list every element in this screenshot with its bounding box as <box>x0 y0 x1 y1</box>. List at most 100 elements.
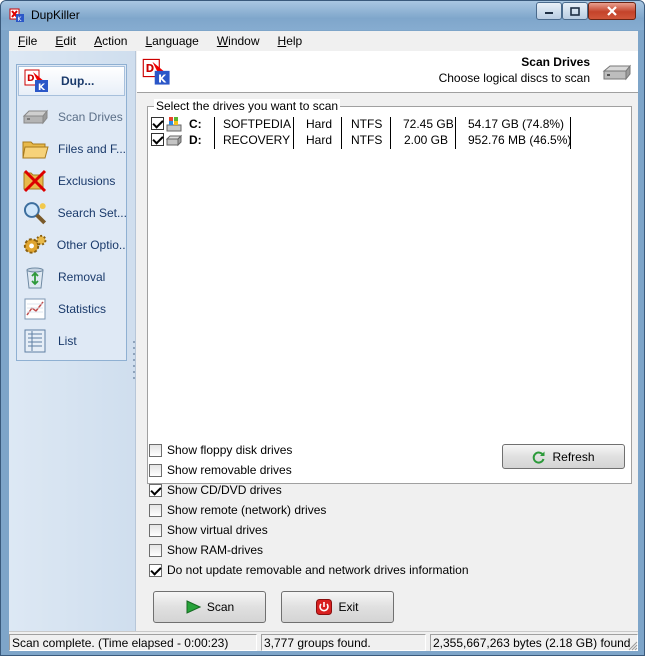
hard-drive-icon <box>602 64 632 81</box>
drive-size: 2.00 GB <box>403 133 448 147</box>
menu-bar: File Edit Action Language Window Help <box>9 31 638 51</box>
option-do-not-update[interactable]: Do not update removable and network driv… <box>149 561 469 579</box>
navigation-header[interactable]: D K Dup... <box>18 66 125 96</box>
nav-item-label: Other Optio... <box>56 238 126 252</box>
hard-drive-icon <box>22 109 49 125</box>
drive-label: SOFTPEDIA <box>223 117 292 131</box>
option-label: Do not update removable and network driv… <box>167 563 469 577</box>
option-label: Show CD/DVD drives <box>167 483 282 497</box>
content-pane: D K Scan Drives Choose logical discs to … <box>137 51 638 631</box>
svg-text:D: D <box>27 74 34 84</box>
title-bar[interactable]: K DupKiller <box>1 1 644 30</box>
svg-text:D: D <box>146 63 155 75</box>
option-checkbox[interactable] <box>149 563 162 577</box>
menu-window[interactable]: Window <box>208 31 269 51</box>
drives-list[interactable]: Select the drives you want to scan C: SO… <box>147 99 632 484</box>
close-icon <box>607 6 617 16</box>
drive-c-checkbox[interactable] <box>151 117 164 130</box>
status-groups-found: 3,777 groups found. <box>261 634 426 651</box>
navigation-panel: D K Dup... Scan Drives Files and F... Ex… <box>16 64 127 361</box>
minimize-icon <box>545 12 553 14</box>
gears-icon <box>23 234 47 254</box>
option-label: Show remote (network) drives <box>167 503 327 517</box>
scan-button[interactable]: Scan <box>153 591 266 623</box>
option-show-ram[interactable]: Show RAM-drives <box>149 541 469 559</box>
drive-type: Hard <box>306 117 333 131</box>
nav-item-statistics[interactable]: Statistics <box>19 294 126 324</box>
nav-item-removal[interactable]: Removal <box>19 262 126 292</box>
option-checkbox[interactable] <box>149 543 162 557</box>
windows-drive-icon <box>166 117 182 132</box>
maximize-icon <box>570 6 580 16</box>
client-area: D K Dup... Scan Drives Files and F... Ex… <box>9 51 638 631</box>
resize-grip-icon[interactable] <box>626 639 638 651</box>
drives-list-caption: Select the drives you want to scan <box>154 99 341 113</box>
option-label: Show RAM-drives <box>167 543 264 557</box>
drive-free-space: 54.17 GB (74.8%) <box>468 117 565 131</box>
menu-file[interactable]: File <box>9 31 46 51</box>
option-label: Show removable drives <box>167 463 292 477</box>
page-subtitle: Choose logical discs to scan <box>438 71 590 85</box>
window-title: DupKiller <box>31 8 80 22</box>
option-checkbox[interactable] <box>149 463 162 477</box>
drive-d-checkbox[interactable] <box>151 133 164 146</box>
option-checkbox[interactable] <box>149 443 162 457</box>
status-bar: Scan complete. (Time elapsed - 0:00:23) … <box>9 631 638 651</box>
nav-item-other-options[interactable]: Other Optio... <box>19 230 126 260</box>
exit-button-label: Exit <box>338 600 359 614</box>
status-scan-result: Scan complete. (Time elapsed - 0:00:23) <box>9 634 257 651</box>
page-header: D K Scan Drives Choose logical discs to … <box>137 51 638 93</box>
refresh-icon <box>533 451 545 463</box>
refresh-button[interactable]: Refresh <box>502 444 625 469</box>
page-title: Scan Drives <box>521 55 590 69</box>
drive-label: RECOVERY <box>223 133 291 147</box>
exit-button[interactable]: Exit <box>281 591 394 623</box>
nav-item-label: Search Set... <box>57 206 126 220</box>
option-show-removable[interactable]: Show removable drives <box>149 461 469 479</box>
option-checkbox[interactable] <box>149 503 162 517</box>
drive-row-c[interactable]: C: SOFTPEDIA Hard NTFS 72.45 GB 54.17 GB… <box>148 116 578 133</box>
pane-splitter[interactable] <box>131 51 136 381</box>
nav-item-label: Files and F... <box>57 142 126 156</box>
option-show-cd-dvd[interactable]: Show CD/DVD drives <box>149 481 469 499</box>
drive-filesystem: NTFS <box>351 117 383 131</box>
option-label: Show virtual drives <box>167 523 268 537</box>
drive-row-d[interactable]: D: RECOVERY Hard NTFS 2.00 GB 952.76 MB … <box>148 132 578 149</box>
maximize-button[interactable] <box>562 2 588 20</box>
list-icon <box>24 329 46 353</box>
navigation-pane: D K Dup... Scan Drives Files and F... Ex… <box>9 51 136 631</box>
nav-item-label: List <box>58 334 77 348</box>
nav-item-exclusions[interactable]: Exclusions <box>19 166 126 196</box>
drive-size: 72.45 GB <box>403 117 454 131</box>
drive-type: Hard <box>306 133 333 147</box>
play-icon <box>186 600 201 614</box>
minimize-button[interactable] <box>536 2 562 20</box>
nav-item-label: Removal <box>58 270 106 284</box>
menu-edit[interactable]: Edit <box>46 31 85 51</box>
drive-free-space: 952.76 MB (46.5%) <box>468 133 572 147</box>
dupkiller-logo-icon: D K <box>142 58 170 85</box>
nav-item-label: Statistics <box>58 302 107 316</box>
option-show-floppy[interactable]: Show floppy disk drives <box>149 441 469 459</box>
menu-help[interactable]: Help <box>269 31 312 51</box>
option-checkbox[interactable] <box>149 523 162 537</box>
option-show-virtual[interactable]: Show virtual drives <box>149 521 469 539</box>
status-bytes-found: 2,355,667,263 bytes (2.18 GB) found <box>430 634 638 651</box>
scan-button-label: Scan <box>206 600 235 614</box>
option-checkbox[interactable] <box>149 483 162 497</box>
option-show-remote[interactable]: Show remote (network) drives <box>149 501 469 519</box>
svg-text:K: K <box>158 73 167 85</box>
dupkiller-logo-icon: K <box>9 8 24 23</box>
app-window: K DupKiller File Edit Action Language Wi… <box>0 0 645 656</box>
navigation-header-label: Dup... <box>61 74 95 88</box>
nav-item-list[interactable]: List <box>19 326 126 356</box>
refresh-button-label: Refresh <box>552 449 595 464</box>
nav-item-scan-drives[interactable]: Scan Drives <box>19 102 126 132</box>
menu-action[interactable]: Action <box>85 31 136 51</box>
nav-item-label: Exclusions <box>58 174 116 188</box>
close-button[interactable] <box>588 2 636 20</box>
nav-item-files-and-folders[interactable]: Files and F... <box>19 134 126 164</box>
menu-language[interactable]: Language <box>136 31 207 51</box>
nav-item-search-settings[interactable]: Search Set... <box>19 198 126 228</box>
folder-icon <box>22 141 49 159</box>
